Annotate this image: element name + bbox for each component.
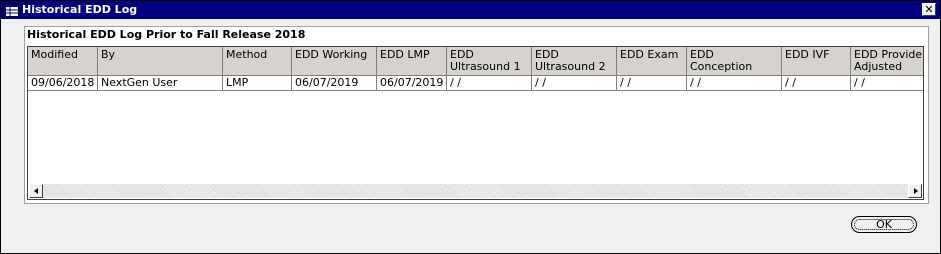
column-header[interactable]: Modified xyxy=(28,47,98,76)
table-cell[interactable]: / / xyxy=(447,76,532,91)
table-row[interactable]: 09/06/2018 NextGen User LMP 06/07/2019 06/07… xyxy=(28,76,923,91)
close-icon: ✕ xyxy=(924,3,934,16)
table-cell[interactable]: 06/07/2019 xyxy=(292,76,377,91)
grid-window-icon xyxy=(5,3,19,17)
close-button[interactable]: ✕ xyxy=(922,3,936,16)
group-title: Historical EDD Log Prior to Fall Release… xyxy=(27,28,306,41)
column-header[interactable]: By xyxy=(98,47,223,76)
scroll-right-button[interactable] xyxy=(908,184,922,198)
column-header[interactable]: EDD Exam xyxy=(617,47,687,76)
edd-log-table[interactable]: Modified By Method EDD Working EDD LMP EDD Ul… xyxy=(27,46,924,200)
column-header[interactable]: EDD Ultrasound 1 xyxy=(447,47,532,76)
table-cell[interactable]: LMP xyxy=(223,76,292,91)
column-header[interactable]: EDD LMP xyxy=(377,47,447,76)
table-cell[interactable]: / / xyxy=(617,76,687,91)
column-header[interactable]: EDD Provider Adjusted xyxy=(851,47,923,76)
column-header[interactable]: EDD Ultrasound 2 xyxy=(532,47,617,76)
table-cell[interactable]: / / xyxy=(782,76,851,91)
title-bar[interactable]: Historical EDD Log ✕ xyxy=(1,1,940,19)
chevron-right-icon xyxy=(914,188,918,194)
table-header-row: Modified By Method EDD Working EDD LMP EDD Ul… xyxy=(28,47,923,76)
table-cell[interactable]: NextGen User xyxy=(98,76,223,91)
table-cell[interactable]: 06/07/2019 xyxy=(377,76,447,91)
ok-button-label: OK xyxy=(876,218,892,231)
scroll-left-button[interactable] xyxy=(29,184,43,198)
ok-button[interactable]: OK xyxy=(851,216,917,233)
window-title: Historical EDD Log xyxy=(22,3,138,16)
table-cell[interactable]: / / xyxy=(532,76,617,91)
column-header[interactable]: EDD Working xyxy=(292,47,377,76)
table-cell[interactable]: / / xyxy=(851,76,923,91)
column-header[interactable]: Method xyxy=(223,47,292,76)
chevron-left-icon xyxy=(34,188,38,194)
table-cell[interactable]: 09/06/2018 xyxy=(28,76,98,91)
column-header[interactable]: EDD IVF xyxy=(782,47,851,76)
historical-edd-log-window: Historical EDD Log ✕ Historical EDD Log … xyxy=(0,0,941,254)
horizontal-scrollbar[interactable] xyxy=(29,184,922,198)
column-header[interactable]: EDD Conception xyxy=(687,47,782,76)
table-cell[interactable]: / / xyxy=(687,76,782,91)
